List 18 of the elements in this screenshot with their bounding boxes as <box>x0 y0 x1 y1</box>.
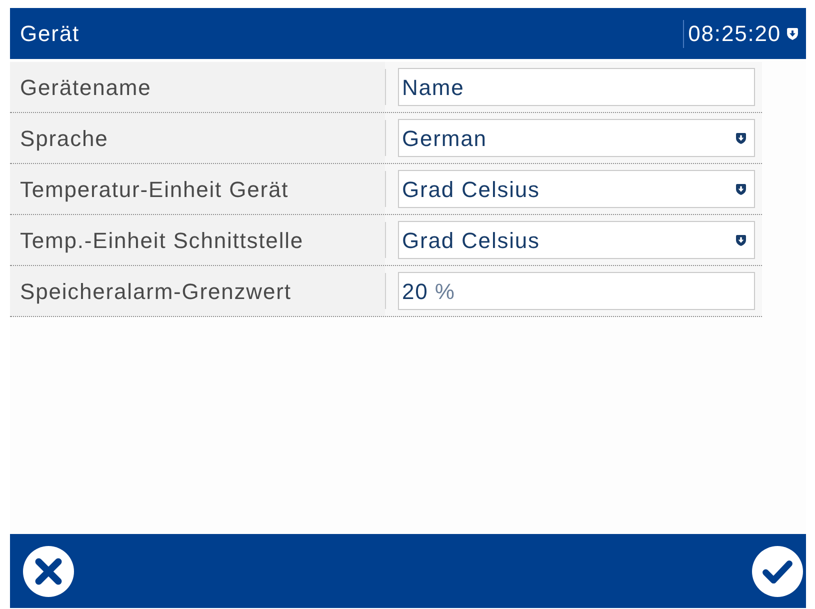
down-arrow-icon[interactable] <box>787 28 798 40</box>
text-field[interactable]: 20 % <box>398 272 755 310</box>
checkmark-icon[interactable] <box>752 546 803 596</box>
close-icon[interactable] <box>23 546 74 596</box>
dropdown-field[interactable]: Grad Celsius <box>398 221 755 259</box>
text-field[interactable]: Name <box>398 68 755 106</box>
setting-label: Temperatur-Einheit Gerät <box>20 176 289 204</box>
dropdown-field[interactable]: Grad Celsius <box>398 170 755 208</box>
down-arrow-icon <box>736 132 746 144</box>
setting-label: Speicheralarm-Grenzwert <box>20 278 292 306</box>
setting-label: Gerätename <box>20 74 152 102</box>
down-arrow-icon <box>736 234 746 246</box>
clock-text: 08:25:20 <box>688 22 781 44</box>
window-title: Gerät <box>20 20 80 48</box>
down-arrow-icon <box>736 184 746 194</box>
dropdown-field[interactable]: German <box>398 119 755 157</box>
setting-label: Sprache <box>20 124 108 153</box>
setting-label: Temp.-Einheit Schnittstelle <box>20 226 304 255</box>
